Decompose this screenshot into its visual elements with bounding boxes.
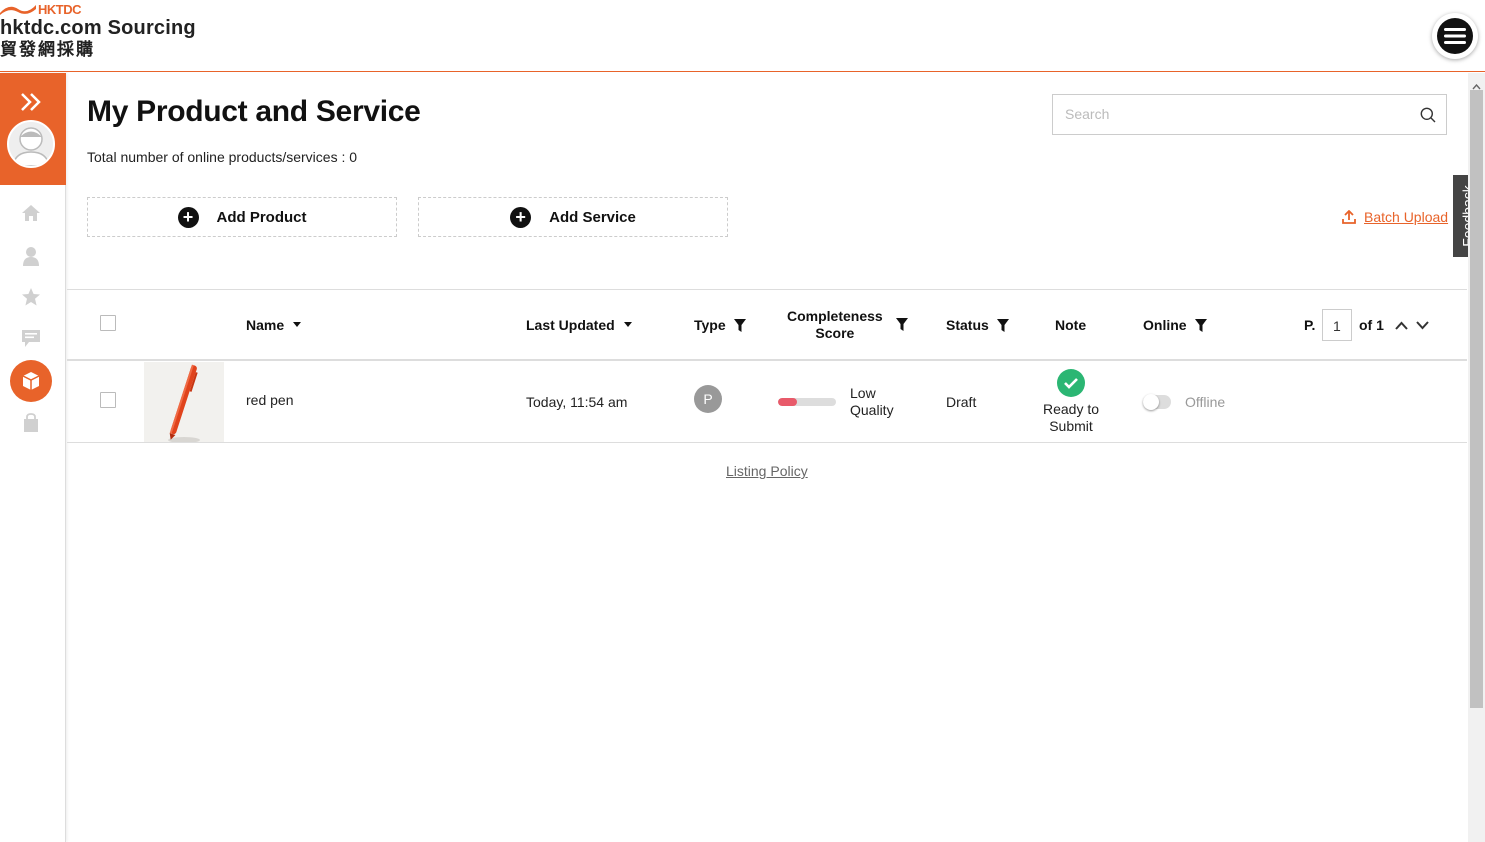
sidebar-item-profile[interactable]: [20, 245, 42, 267]
column-header-type[interactable]: Type: [694, 317, 746, 333]
column-header-last-updated[interactable]: Last Updated: [526, 317, 633, 333]
upload-icon: [1342, 210, 1356, 224]
product-thumbnail[interactable]: [144, 362, 224, 442]
filter-icon: [996, 318, 1009, 332]
search-button[interactable]: [1420, 107, 1436, 128]
user-icon: [23, 247, 39, 266]
hamburger-menu-button[interactable]: [1432, 13, 1478, 59]
star-icon: [22, 288, 40, 306]
vertical-scrollbar[interactable]: [1468, 73, 1485, 842]
search-icon: [1420, 107, 1436, 123]
plus-circle-icon: +: [510, 206, 532, 228]
search-input[interactable]: [1065, 106, 1405, 122]
filter-icon: [1194, 318, 1207, 332]
avatar[interactable]: [7, 120, 55, 168]
toggle-knob: [1143, 394, 1159, 410]
sidebar-item-messages[interactable]: [20, 327, 42, 349]
online-toggle[interactable]: [1143, 394, 1171, 410]
completeness-score-fill: [778, 398, 798, 406]
next-page-button[interactable]: [1416, 317, 1429, 335]
completeness-score-line2: Quality: [850, 402, 894, 418]
double-chevron-right-icon: [21, 93, 41, 111]
column-header-completeness-line2: Score: [815, 325, 855, 341]
sidebar-header: [0, 73, 66, 185]
online-status-label: Offline: [1185, 394, 1226, 410]
user-avatar-icon: [9, 122, 53, 166]
red-pen-image: [144, 362, 224, 442]
column-header-note-label: Note: [1055, 317, 1087, 333]
sidebar-item-home[interactable]: [20, 202, 42, 224]
row-select-checkbox[interactable]: [100, 392, 116, 408]
column-header-completeness-line1: Completeness: [787, 308, 883, 324]
add-service-label: Add Service: [549, 208, 636, 226]
message-icon: [22, 329, 40, 347]
search-box: [1052, 94, 1447, 135]
bag-icon: [24, 413, 38, 432]
add-product-label: Add Product: [216, 208, 307, 226]
pagination-total: of 1: [1359, 317, 1384, 333]
logo-chinese-title: 貿發網採購: [0, 40, 95, 60]
column-header-name[interactable]: Name: [246, 317, 302, 333]
previous-page-button[interactable]: [1395, 317, 1408, 335]
checkmark-icon: [1064, 378, 1078, 389]
last-updated-value: Today, 11:54 am: [526, 394, 628, 410]
batch-upload-label: Batch Upload: [1364, 209, 1449, 225]
site-logo[interactable]: HKTDC hktdc.com Sourcing 貿發網採購: [0, 2, 196, 60]
sidebar-item-orders[interactable]: [20, 412, 42, 434]
status-value: Draft: [946, 394, 977, 410]
completeness-score-label: Low Quality: [850, 385, 894, 419]
batch-upload-link[interactable]: Batch Upload: [1342, 209, 1448, 225]
completeness-filter-button[interactable]: [896, 318, 908, 331]
sidebar: [0, 73, 66, 842]
sidebar-item-favourites[interactable]: [20, 286, 42, 308]
pagination-prefix: P.: [1304, 317, 1316, 333]
chevron-down-icon: [1416, 321, 1429, 330]
box-icon: [22, 372, 40, 390]
filter-icon: [896, 318, 908, 331]
page-title: My Product and Service: [87, 95, 421, 128]
scrollbar-thumb[interactable]: [1470, 90, 1483, 708]
add-product-button[interactable]: + Add Product: [87, 197, 397, 237]
completeness-score-bar: [778, 398, 836, 406]
plus-circle-icon: +: [177, 206, 199, 228]
logo-title: hktdc.com Sourcing: [0, 17, 196, 39]
expand-sidebar-button[interactable]: [19, 91, 43, 118]
column-header-online[interactable]: Online: [1143, 317, 1207, 333]
completeness-score-line1: Low: [850, 385, 876, 401]
table-row[interactable]: red pen Today, 11:54 am P Low Quality Dr…: [67, 362, 1467, 443]
listing-policy-link[interactable]: Listing Policy: [726, 463, 808, 479]
column-header-name-label: Name: [246, 317, 285, 333]
hamburger-menu-icon: [1444, 28, 1466, 44]
filter-icon: [733, 318, 746, 332]
sort-down-icon: [623, 322, 632, 327]
home-icon: [22, 205, 40, 221]
column-header-completeness[interactable]: Completeness Score: [787, 308, 883, 342]
column-header-online-label: Online: [1143, 317, 1187, 333]
note-line2: Submit: [1049, 418, 1093, 434]
column-header-type-label: Type: [694, 317, 726, 333]
note-value: Ready to Submit: [1021, 401, 1121, 435]
ready-status-icon: [1057, 369, 1085, 397]
type-badge: P: [694, 385, 722, 413]
sidebar-item-products[interactable]: [10, 360, 52, 402]
hktdc-wave-icon: [0, 5, 36, 15]
chevron-up-icon: [1395, 321, 1408, 330]
column-header-note: Note: [1055, 317, 1086, 333]
top-header: HKTDC hktdc.com Sourcing 貿發網採購: [0, 0, 1485, 72]
note-line1: Ready to: [1042, 401, 1100, 417]
table-header: Name Last Updated Type Completeness Scor…: [67, 289, 1467, 361]
select-all-checkbox[interactable]: [100, 315, 116, 331]
add-service-button[interactable]: + Add Service: [418, 197, 728, 237]
column-header-last-updated-label: Last Updated: [526, 317, 615, 333]
product-name[interactable]: red pen: [246, 392, 293, 408]
sort-down-icon: [293, 322, 302, 327]
page-number-input[interactable]: 1: [1322, 309, 1352, 341]
logo-brand: HKTDC: [38, 1, 82, 17]
total-online-count: Total number of online products/services…: [87, 149, 358, 165]
column-header-status-label: Status: [946, 317, 989, 333]
column-header-status[interactable]: Status: [946, 317, 1009, 333]
